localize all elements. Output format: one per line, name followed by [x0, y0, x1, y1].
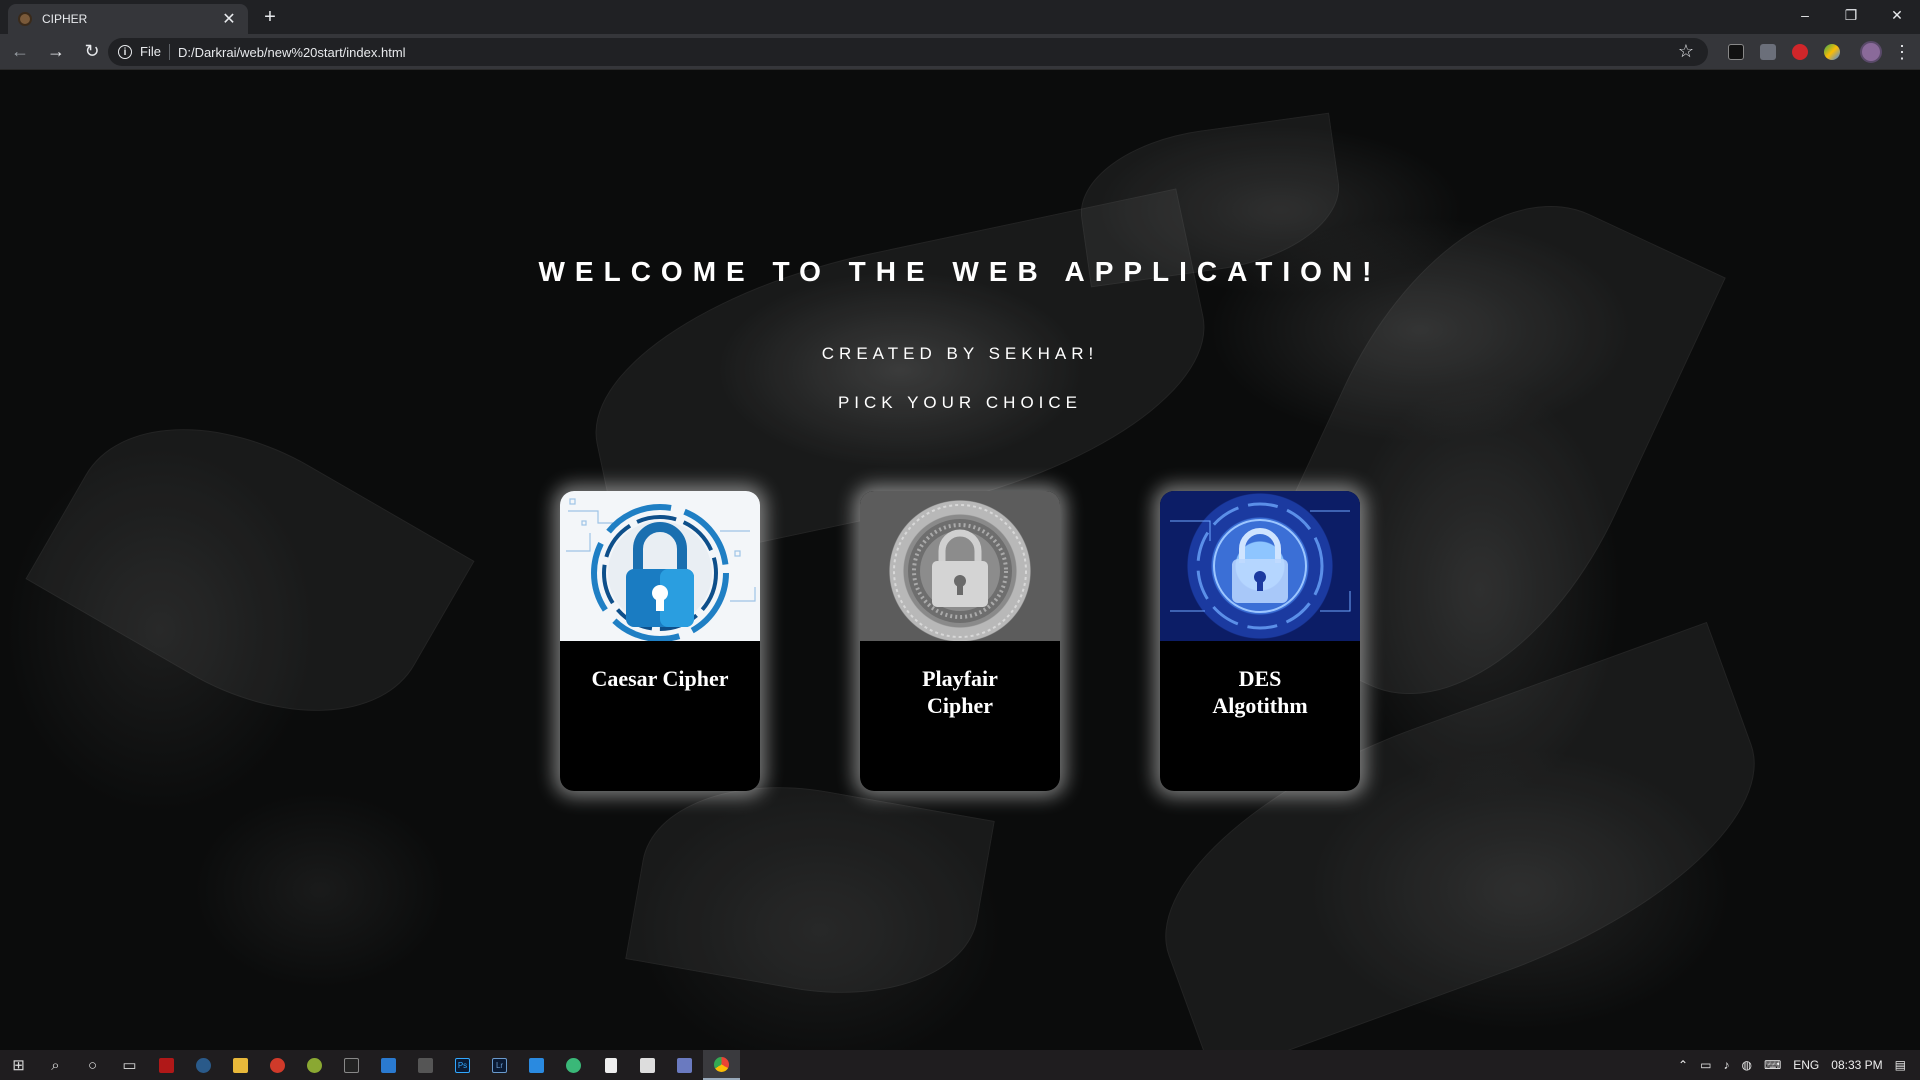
extension-cube-icon[interactable]	[1728, 44, 1744, 60]
tab-favicon-icon	[18, 12, 32, 26]
extension-color-icon[interactable]	[1824, 44, 1840, 60]
background-leaf	[625, 761, 995, 1019]
app-cube-icon[interactable]	[666, 1050, 703, 1080]
card-title: DES Algotithm	[1212, 666, 1308, 718]
blue-padlock-icon	[560, 491, 760, 641]
vscode-icon[interactable]	[518, 1050, 555, 1080]
welcome-heading: WELCOME TO THE WEB APPLICATION!	[538, 256, 1382, 287]
extensions-area: ⋮	[1720, 34, 1920, 70]
silver-padlock-coin-icon	[860, 491, 1060, 641]
steam-icon[interactable]	[185, 1050, 222, 1080]
tray-chevron-icon[interactable]: ⌃	[1678, 1058, 1688, 1072]
site-info-icon[interactable]: i	[118, 45, 132, 59]
windows-taskbar: ⊞ ⌕ ○ ▭ Ps Lr ⌃ ▭ ♪ ◍ ⌨ ENG 08:33 PM ▤	[0, 1050, 1920, 1080]
app-unity-icon[interactable]	[629, 1050, 666, 1080]
browser-menu-icon[interactable]: ⋮	[1890, 42, 1914, 63]
restore-button[interactable]: ❐	[1828, 0, 1874, 30]
address-bar[interactable]: i File D:/Darkrai/web/new%20start/index.…	[108, 38, 1708, 66]
extension-facebook-icon[interactable]	[1760, 44, 1776, 60]
app-store-icon[interactable]	[370, 1050, 407, 1080]
extension-red-icon[interactable]	[1792, 44, 1808, 60]
tray-globe-icon[interactable]: ◍	[1741, 1058, 1751, 1072]
task-view-icon[interactable]: ▭	[111, 1050, 148, 1080]
pick-choice-text: PICK YOUR CHOICE	[837, 393, 1083, 412]
author-subheading: CREATED BY SEKHAR!	[821, 344, 1099, 363]
browser-tabbar: CIPHER ✕ + – ❐ ✕	[0, 0, 1920, 34]
tray-volume-icon[interactable]: ♪	[1723, 1058, 1729, 1072]
card-title: Caesar Cipher	[591, 666, 729, 691]
reload-button[interactable]: ↻	[76, 36, 108, 68]
bookmark-star-icon[interactable]: ☆	[1678, 41, 1694, 62]
search-icon[interactable]: ⌕	[37, 1050, 74, 1080]
cortana-icon[interactable]: ○	[74, 1050, 111, 1080]
new-tab-button[interactable]: +	[258, 6, 282, 30]
photoshop-icon[interactable]: Ps	[444, 1050, 481, 1080]
browser-tab[interactable]: CIPHER ✕	[8, 4, 248, 34]
file-explorer-icon[interactable]	[222, 1050, 259, 1080]
app-p-icon[interactable]	[259, 1050, 296, 1080]
app-red-icon[interactable]	[148, 1050, 185, 1080]
url-scheme: File	[140, 44, 170, 60]
background-leaf	[25, 371, 475, 769]
tab-close-icon[interactable]: ✕	[220, 9, 238, 29]
app-terminal-icon[interactable]	[333, 1050, 370, 1080]
lightroom-icon[interactable]: Lr	[481, 1050, 518, 1080]
forward-button[interactable]: →	[40, 36, 72, 68]
tray-clock[interactable]: 08:33 PM	[1831, 1058, 1882, 1072]
caesar-cipher-card[interactable]: Caesar Cipher	[560, 491, 760, 791]
url-text[interactable]: D:/Darkrai/web/new%20start/index.html	[178, 45, 406, 60]
tray-language[interactable]: ENG	[1793, 1058, 1819, 1072]
close-window-button[interactable]: ✕	[1874, 0, 1920, 30]
windows-start-icon[interactable]: ⊞	[0, 1050, 37, 1080]
app-green2-icon[interactable]	[555, 1050, 592, 1080]
tab-title: CIPHER	[42, 12, 88, 26]
tray-keyboard-icon[interactable]: ⌨	[1764, 1058, 1781, 1072]
back-button[interactable]: ←	[4, 36, 36, 68]
app-green-icon[interactable]	[296, 1050, 333, 1080]
system-tray: ⌃ ▭ ♪ ◍ ⌨ ENG 08:33 PM ▤	[1672, 1050, 1920, 1080]
app-code-icon[interactable]	[407, 1050, 444, 1080]
chrome-icon[interactable]	[703, 1050, 740, 1080]
notification-icon[interactable]: ▤	[1895, 1058, 1906, 1072]
file-icon[interactable]	[592, 1050, 629, 1080]
profile-avatar[interactable]	[1860, 41, 1882, 63]
tray-network-icon[interactable]: ▭	[1700, 1058, 1711, 1072]
window-controls: – ❐ ✕	[1782, 0, 1920, 30]
des-algorithm-card[interactable]: DES Algotithm	[1160, 491, 1360, 791]
card-title: Playfair Cipher	[922, 666, 998, 718]
browser-toolbar: ← → ↻ i File D:/Darkrai/web/new%20start/…	[0, 34, 1920, 70]
blue-circuit-padlock-icon	[1160, 491, 1360, 641]
playfair-cipher-card[interactable]: Playfair Cipher	[860, 491, 1060, 791]
minimize-button[interactable]: –	[1782, 0, 1828, 30]
